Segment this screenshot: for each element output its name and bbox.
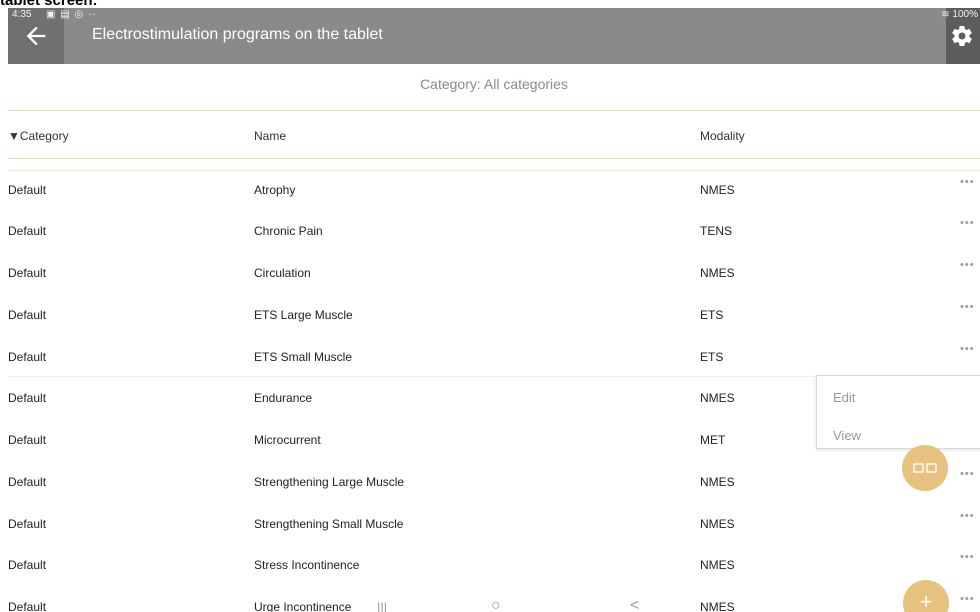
screen: tablet screen: 4:35 ▣ ▤ ◎ ·· ≋ 100% Elec… (0, 0, 980, 612)
cell-category: Default (8, 391, 47, 405)
cell-name: Atrophy (254, 183, 296, 197)
table-row[interactable]: Default Stress Incontinence NMES ••• (8, 547, 980, 583)
cell-category: Default (8, 350, 47, 364)
divider (8, 170, 980, 171)
gear-icon[interactable] (950, 24, 974, 48)
cell-category: Default (8, 475, 47, 489)
cell-name: Strengthening Small Muscle (254, 517, 404, 531)
cell-modality: NMES (700, 391, 735, 405)
status-bar: 4:35 ▣ ▤ ◎ ·· ≋ 100% (8, 8, 980, 22)
back-nav-icon[interactable]: < (630, 597, 639, 612)
cell-modality: ETS (700, 350, 724, 364)
status-notification-icons: ▣ ▤ ◎ ·· (46, 9, 97, 20)
divider (8, 110, 980, 111)
category-filter[interactable]: Category: All categories (8, 76, 980, 92)
cell-modality: NMES (700, 558, 735, 572)
cell-modality: TENS (700, 224, 733, 238)
more-options-icon[interactable]: ••• (960, 259, 975, 271)
recents-nav-icon[interactable]: ||| (377, 600, 387, 612)
cell-name: Chronic Pain (254, 224, 323, 238)
column-header-modality[interactable]: Modality (700, 129, 745, 143)
context-menu: Edit View (816, 375, 980, 449)
column-header-category[interactable]: ▼Category (8, 129, 69, 143)
table-row[interactable]: Default Strengthening Small Muscle NMES … (8, 506, 980, 542)
cell-modality: MET (700, 433, 726, 447)
table-row[interactable]: Default ETS Large Muscle ETS ••• (8, 297, 980, 333)
cell-modality: NMES (700, 183, 735, 197)
cell-name: Strengthening Large Muscle (254, 475, 405, 489)
cell-category: Default (8, 433, 47, 447)
more-options-icon[interactable]: ••• (960, 468, 975, 480)
cell-modality: ETS (700, 308, 724, 322)
cell-name: ETS Small Muscle (254, 350, 353, 364)
cell-category: Default (8, 600, 47, 612)
cell-category: Default (8, 308, 47, 322)
cell-category: Default (8, 266, 47, 280)
cell-name: Endurance (254, 391, 313, 405)
more-options-icon[interactable]: ••• (960, 343, 975, 355)
caption-text: tablet screen: (0, 0, 98, 9)
status-time: 4:35 (12, 9, 32, 20)
grid-view-button[interactable] (902, 445, 948, 491)
cell-modality: NMES (700, 600, 735, 612)
more-options-icon[interactable]: ••• (960, 176, 975, 188)
cell-modality: NMES (700, 517, 735, 531)
cell-modality: NMES (700, 475, 735, 489)
cell-name: Microcurrent (254, 433, 321, 447)
more-options-icon[interactable]: ••• (960, 551, 975, 563)
arrow-left-icon[interactable] (22, 22, 50, 50)
cell-category: Default (8, 558, 47, 572)
table-row[interactable]: Default Circulation NMES ••• (8, 255, 980, 291)
more-options-icon[interactable]: ••• (960, 510, 975, 522)
status-battery: ≋ 100% (941, 9, 978, 20)
divider (8, 158, 980, 159)
home-nav-icon[interactable]: ○ (491, 597, 501, 612)
page-title: Electrostimulation programs on the table… (92, 26, 383, 43)
cell-name: Stress Incontinence (254, 558, 360, 572)
column-header-name[interactable]: Name (254, 129, 286, 143)
cell-category: Default (8, 517, 47, 531)
add-program-button[interactable]: + (903, 580, 949, 612)
table-row[interactable]: Default Strengthening Large Muscle NMES … (8, 464, 980, 500)
cell-name: ETS Large Muscle (254, 308, 353, 322)
table-row[interactable]: Default ETS Small Muscle ETS ••• (8, 339, 980, 375)
cell-name: Urge Incontinence (254, 600, 352, 612)
app-bar: 4:35 ▣ ▤ ◎ ·· ≋ 100% Electrostimulation … (8, 8, 980, 64)
table-row[interactable]: Default Chronic Pain TENS ••• (8, 213, 980, 249)
cell-category: Default (8, 183, 47, 197)
menu-item-view[interactable]: View (833, 428, 861, 443)
more-options-icon[interactable]: ••• (960, 593, 975, 605)
cell-category: Default (8, 224, 47, 238)
grid-view-icon (913, 463, 937, 473)
more-options-icon[interactable]: ••• (960, 217, 975, 229)
cell-name: Circulation (254, 266, 311, 280)
cell-modality: NMES (700, 266, 735, 280)
table-header: ▼Category Name Modality (8, 112, 980, 158)
menu-item-edit[interactable]: Edit (833, 390, 855, 405)
more-options-icon[interactable]: ••• (960, 301, 975, 313)
table-row[interactable]: Default Atrophy NMES ••• (8, 172, 980, 208)
